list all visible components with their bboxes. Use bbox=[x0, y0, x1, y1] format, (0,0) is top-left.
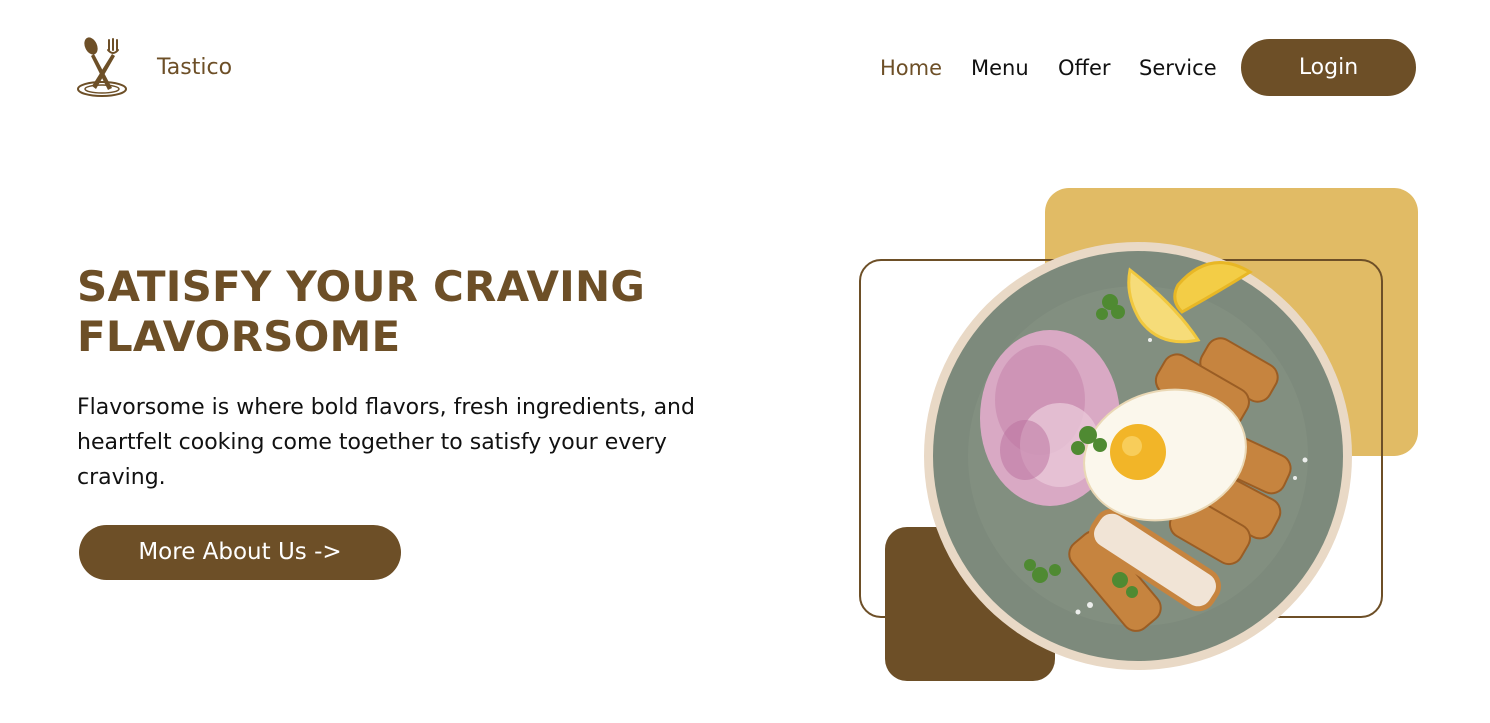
hero-description: Flavorsome is where bold flavors, fresh … bbox=[77, 390, 717, 495]
nav-link-offer[interactable]: Offer bbox=[1058, 54, 1111, 82]
hero-title-line: SATISFY YOUR CRAVING bbox=[77, 262, 646, 311]
hero-description-line: heartfelt cooking come together to satis… bbox=[77, 430, 667, 455]
more-about-us-button[interactable]: More About Us -> bbox=[79, 525, 401, 580]
hero-title: SATISFY YOUR CRAVING FLAVORSOME bbox=[77, 262, 717, 362]
hero-description-line: craving. bbox=[77, 465, 166, 490]
food-plate-image bbox=[920, 240, 1356, 672]
nav-link-home[interactable]: Home bbox=[880, 54, 942, 82]
nav-link-service[interactable]: Service bbox=[1139, 54, 1217, 82]
nav-link-menu[interactable]: Menu bbox=[971, 54, 1029, 82]
login-button[interactable]: Login bbox=[1241, 39, 1416, 96]
hero-description-line: Flavorsome is where bold flavors, fresh … bbox=[77, 395, 695, 420]
brand-name[interactable]: Tastico bbox=[157, 54, 232, 82]
spoon-fork-plate-icon[interactable] bbox=[76, 36, 128, 98]
hero-title-line: FLAVORSOME bbox=[77, 312, 401, 361]
landing-page: Tastico Home Menu Offer Service Login SA… bbox=[0, 0, 1490, 723]
